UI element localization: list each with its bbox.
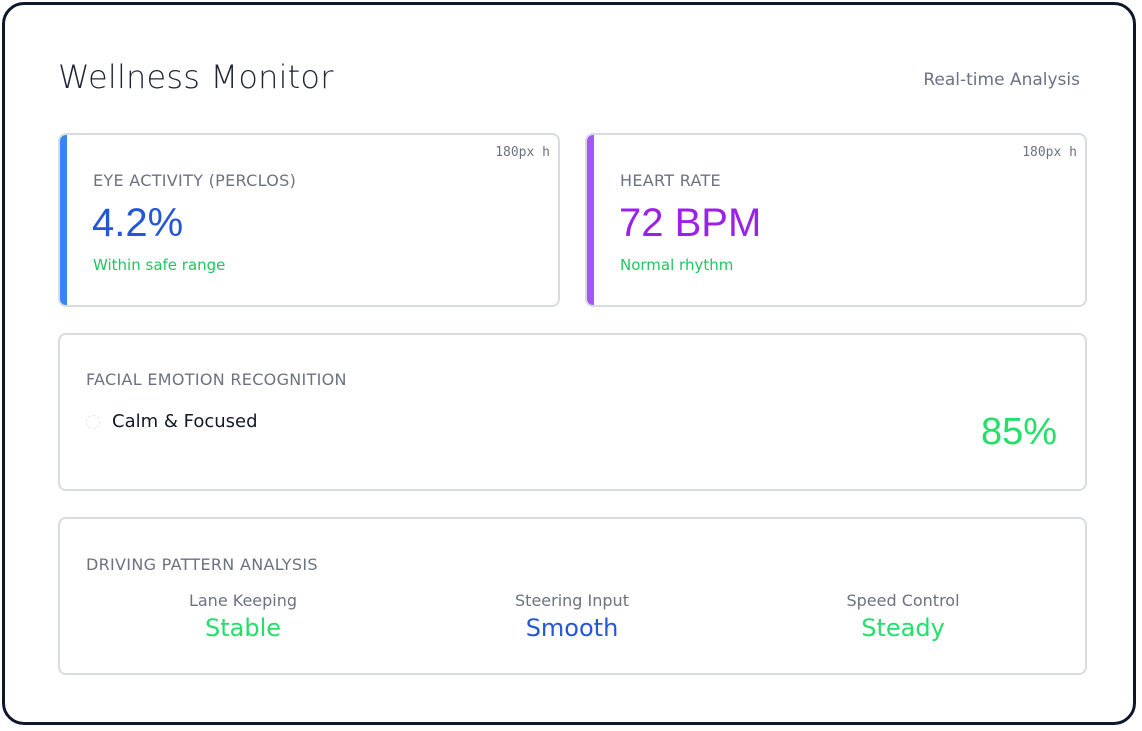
heart-rate-accent-bar bbox=[587, 135, 594, 305]
eye-activity-status: Within safe range bbox=[93, 256, 226, 274]
speed-control-label: Speed Control bbox=[846, 591, 960, 610]
page-title: Wellness Monitor bbox=[58, 58, 334, 96]
heart-rate-value: 72 BPM bbox=[619, 201, 762, 245]
heart-rate-height-note: 180px h bbox=[1022, 145, 1077, 160]
page-subtitle: Real-time Analysis bbox=[923, 70, 1080, 90]
emotion-confidence: 85% bbox=[980, 411, 1057, 453]
speed-control-metric: Speed Control Steady bbox=[783, 591, 1023, 643]
speed-control-value: Steady bbox=[861, 614, 945, 642]
heart-rate-card: 180px h HEART RATE 72 BPM Normal rhythm bbox=[585, 133, 1087, 307]
eye-activity-card: 180px h EYE ACTIVITY (PERCLOS) 4.2% With… bbox=[58, 133, 560, 307]
steering-input-value: Smooth bbox=[525, 614, 619, 642]
lane-keeping-label: Lane Keeping bbox=[188, 591, 298, 610]
heart-rate-label: HEART RATE bbox=[620, 171, 721, 190]
eye-activity-accent-bar bbox=[60, 135, 67, 305]
driving-pattern-label: DRIVING PATTERN ANALYSIS bbox=[86, 555, 318, 574]
eye-activity-label: EYE ACTIVITY (PERCLOS) bbox=[93, 171, 297, 190]
steering-input-label: Steering Input bbox=[515, 591, 629, 610]
emotion-state: Calm & Focused bbox=[112, 411, 258, 432]
facial-emotion-card: FACIAL EMOTION RECOGNITION Calm & Focuse… bbox=[58, 333, 1087, 491]
lane-keeping-value: Stable bbox=[204, 614, 282, 642]
facial-emotion-label: FACIAL EMOTION RECOGNITION bbox=[86, 370, 347, 389]
lane-keeping-metric: Lane Keeping Stable bbox=[123, 591, 363, 643]
driving-pattern-card: DRIVING PATTERN ANALYSIS Lane Keeping St… bbox=[58, 517, 1087, 675]
steering-input-metric: Steering Input Smooth bbox=[452, 591, 692, 643]
eye-activity-height-note: 180px h bbox=[495, 145, 550, 160]
emotion-face-icon bbox=[86, 415, 100, 429]
eye-activity-value: 4.2% bbox=[92, 201, 184, 245]
heart-rate-status: Normal rhythm bbox=[620, 256, 734, 274]
